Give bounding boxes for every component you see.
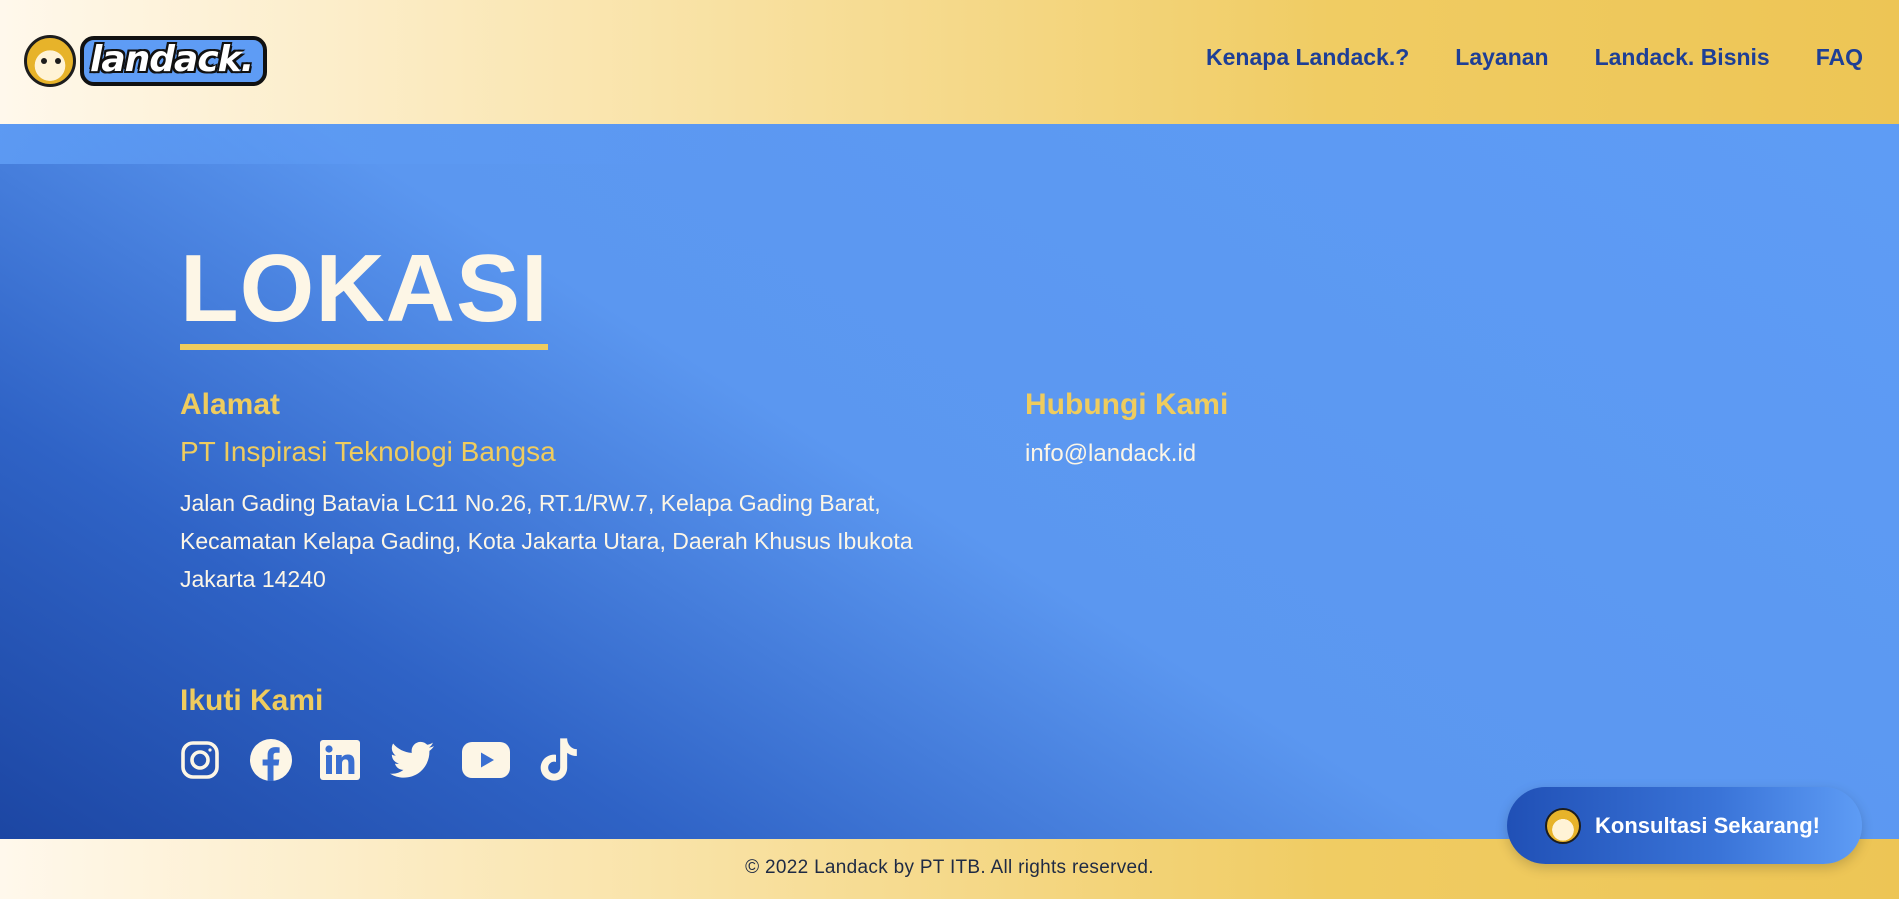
company-name: PT Inspirasi Teknologi Bangsa [180, 436, 556, 467]
copyright-text: © 2022 Landack by PT ITB. All rights res… [745, 857, 1154, 878]
instagram-icon[interactable] [180, 740, 220, 784]
nav-link-faq[interactable]: FAQ [1816, 44, 1863, 71]
consult-now-label: Konsultasi Sekarang! [1595, 812, 1820, 838]
logo-wordmark: landack. [80, 36, 268, 86]
title-underline [180, 344, 548, 350]
main-nav: Kenapa Landack.? Layanan Landack. Bisnis… [1206, 44, 1863, 71]
consult-now-button[interactable]: Konsultasi Sekarang! [1507, 787, 1862, 864]
site-header: landack. Kenapa Landack.? Layanan Landac… [0, 0, 1899, 124]
location-section: LOKASI Alamat PT Inspirasi Teknologi Ban… [0, 124, 1899, 839]
section-title: LOKASI [180, 235, 549, 342]
address-heading: Alamat [180, 388, 281, 421]
email-link[interactable]: info@landack.id [1025, 440, 1196, 468]
youtube-icon[interactable] [462, 742, 510, 782]
hedgehog-mascot-icon [24, 35, 76, 87]
hedgehog-mascot-icon [1545, 807, 1581, 844]
nav-link-services[interactable]: Layanan [1455, 44, 1548, 71]
social-links [180, 738, 578, 786]
facebook-icon[interactable] [250, 739, 292, 785]
nav-link-why-landack[interactable]: Kenapa Landack.? [1206, 44, 1409, 71]
nav-link-business[interactable]: Landack. Bisnis [1595, 44, 1770, 71]
follow-heading: Ikuti Kami [180, 684, 324, 717]
linkedin-icon[interactable] [320, 740, 360, 784]
site-logo[interactable]: landack. [24, 34, 268, 88]
tiktok-icon[interactable] [538, 738, 578, 786]
address-text: Jalan Gading Batavia LC11 No.26, RT.1/RW… [180, 490, 913, 592]
twitter-icon[interactable] [390, 741, 434, 783]
contact-heading: Hubungi Kami [1025, 388, 1229, 421]
